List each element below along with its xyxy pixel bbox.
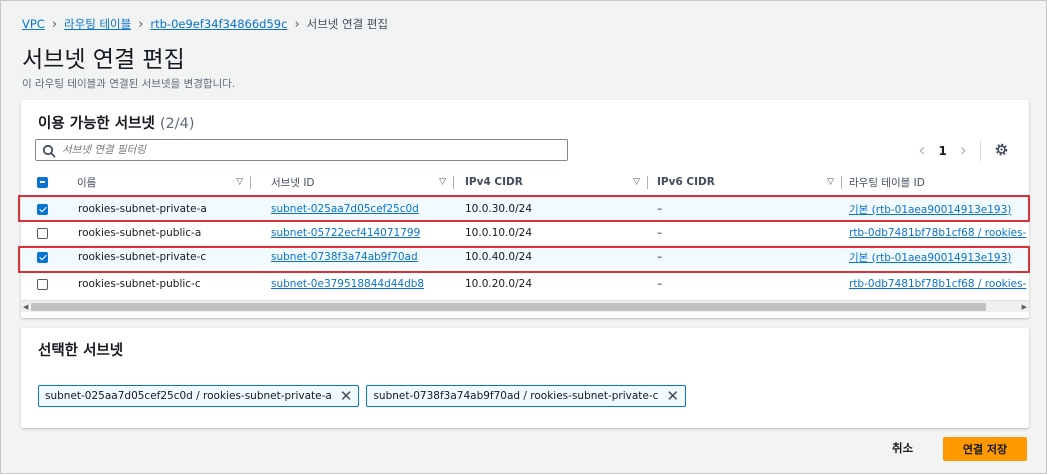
table-row[interactable]: rookies-subnet-private-a subnet-025aa7d0…: [21, 197, 1029, 220]
breadcrumb-vpc-link[interactable]: VPC: [22, 17, 45, 31]
subnet-name: rookies-subnet-public-a: [78, 227, 202, 239]
column-header-ipv6-label: IPv6 CIDR: [657, 176, 715, 188]
column-header-ipv4-label: IPv4 CIDR: [465, 176, 523, 188]
available-subnets-panel: 이용 가능한 서브넷 (2/4) ‹ 1 › 이름 ▽ 서브넷 ID ▽: [18, 100, 1030, 318]
previous-page-icon[interactable]: ‹: [918, 140, 925, 161]
chevron-right-icon: ›: [138, 16, 144, 32]
table-row[interactable]: rookies-subnet-public-a subnet-05722ecf4…: [21, 221, 1029, 244]
column-header-route-table-id[interactable]: 라우팅 테이블 ID: [842, 171, 1029, 193]
horizontal-scrollbar[interactable]: ◀ ▶: [21, 300, 1029, 312]
close-icon[interactable]: ✕: [340, 388, 353, 404]
next-page-icon[interactable]: ›: [960, 140, 967, 161]
page-title: 서브넷 연결 편집: [22, 47, 185, 73]
token-label: subnet-0738f3a74ab9f70ad / rookies-subne…: [373, 390, 659, 402]
scroll-right-icon[interactable]: ▶: [1022, 301, 1027, 313]
selection-count: (2/4): [159, 116, 195, 132]
selected-subnet-token: subnet-025aa7d05cef25c0d / rookies-subne…: [38, 385, 360, 407]
selected-subnets-panel: 선택한 서브넷 subnet-025aa7d05cef25c0d / rooki…: [21, 328, 1029, 428]
subnet-id-link[interactable]: subnet-0e379518844d44db8: [271, 278, 424, 290]
column-header-subnet-id[interactable]: 서브넷 ID ▽: [258, 171, 454, 193]
pagination: ‹ 1 ›: [918, 140, 1009, 161]
table-row[interactable]: rookies-subnet-public-c subnet-0e3795188…: [21, 272, 1029, 295]
sort-down-icon: ▽: [439, 177, 446, 187]
search-icon: [42, 143, 56, 158]
column-header-ipv4-cidr[interactable]: IPv4 CIDR ▽: [454, 171, 648, 193]
breadcrumb-current: 서브넷 연결 편집: [306, 17, 389, 31]
subnet-id-link[interactable]: subnet-025aa7d05cef25c0d: [271, 203, 419, 215]
available-subnets-heading: 이용 가능한 서브넷 (2/4): [38, 112, 195, 133]
select-all-cell: [37, 171, 57, 193]
route-table-link[interactable]: rtb-0db7481bf78b1cf68 / rookies-: [849, 278, 1026, 290]
scrollbar-thumb[interactable]: [31, 303, 986, 311]
subnet-name: rookies-subnet-public-c: [78, 278, 201, 290]
ipv4-cidr: 10.0.20.0/24: [465, 278, 532, 290]
ipv4-cidr: 10.0.40.0/24: [465, 251, 532, 263]
subnet-filter-input[interactable]: [62, 144, 542, 156]
pager-divider: [980, 140, 981, 161]
breadcrumb: VPC › 라우팅 테이블 › rtb-0e9ef34f34866d59c › …: [22, 16, 388, 32]
chevron-right-icon: ›: [294, 16, 300, 32]
route-table-link[interactable]: 기본 (rtb-01aea90014913e193): [849, 250, 1011, 265]
row-checkbox[interactable]: [37, 227, 48, 239]
column-header-subnet-id-label: 서브넷 ID: [271, 176, 315, 189]
available-subnets-title: 이용 가능한 서브넷: [38, 116, 155, 132]
ipv6-cidr: –: [657, 251, 663, 263]
ipv6-cidr: –: [657, 227, 663, 239]
ipv6-cidr: –: [657, 278, 663, 290]
token-label: subnet-025aa7d05cef25c0d / rookies-subne…: [45, 390, 332, 402]
scroll-left-icon[interactable]: ◀: [23, 301, 28, 313]
column-header-ipv6-cidr[interactable]: IPv6 CIDR ▽: [648, 171, 842, 193]
sort-down-icon: ▽: [827, 177, 834, 187]
sort-down-icon: ▽: [236, 177, 243, 187]
row-checkbox[interactable]: [37, 278, 48, 290]
subnet-id-link[interactable]: subnet-0738f3a74ab9f70ad: [271, 251, 418, 263]
selected-subnet-tokens: subnet-025aa7d05cef25c0d / rookies-subne…: [38, 385, 687, 407]
cancel-button[interactable]: 취소: [892, 440, 913, 456]
selected-subnets-title: 선택한 서브넷: [38, 343, 124, 359]
table-header: 이름 ▽ 서브넷 ID ▽ IPv4 CIDR ▽ IPv6 CIDR ▽ 라우…: [21, 171, 1029, 193]
select-all-checkbox[interactable]: [37, 176, 48, 188]
save-associations-button[interactable]: 연결 저장: [943, 437, 1027, 461]
subnet-name: rookies-subnet-private-c: [78, 251, 207, 263]
subnet-name: rookies-subnet-private-a: [78, 203, 207, 215]
table-row[interactable]: rookies-subnet-private-c subnet-0738f3a7…: [21, 245, 1029, 268]
column-divider: [250, 176, 251, 189]
ipv4-cidr: 10.0.10.0/24: [465, 227, 532, 239]
column-header-name[interactable]: 이름 ▽: [57, 171, 251, 193]
route-table-link[interactable]: rtb-0db7481bf78b1cf68 / rookies-: [849, 227, 1026, 239]
column-header-name-label: 이름: [77, 176, 97, 189]
sort-down-icon: ▽: [633, 177, 640, 187]
page-description: 이 라우팅 테이블과 연결된 서브넷을 변경합니다.: [22, 78, 236, 90]
selected-subnet-token: subnet-0738f3a74ab9f70ad / rookies-subne…: [366, 385, 687, 407]
ipv6-cidr: –: [657, 203, 663, 215]
gear-icon[interactable]: [994, 142, 1009, 160]
route-table-link[interactable]: 기본 (rtb-01aea90014913e193): [849, 202, 1011, 217]
row-checkbox[interactable]: [37, 203, 48, 215]
chevron-right-icon: ›: [51, 16, 58, 32]
column-header-route-table-label: 라우팅 테이블 ID: [849, 176, 925, 189]
subnet-filter[interactable]: [35, 139, 568, 161]
breadcrumb-route-table-id-link[interactable]: rtb-0e9ef34f34866d59c: [150, 17, 287, 31]
subnet-id-link[interactable]: subnet-05722ecf414071799: [271, 227, 420, 239]
close-icon[interactable]: ✕: [666, 388, 679, 404]
row-checkbox[interactable]: [37, 251, 48, 263]
ipv4-cidr: 10.0.30.0/24: [465, 203, 532, 215]
current-page-number[interactable]: 1: [938, 144, 946, 158]
breadcrumb-route-tables-link[interactable]: 라우팅 테이블: [64, 16, 131, 32]
